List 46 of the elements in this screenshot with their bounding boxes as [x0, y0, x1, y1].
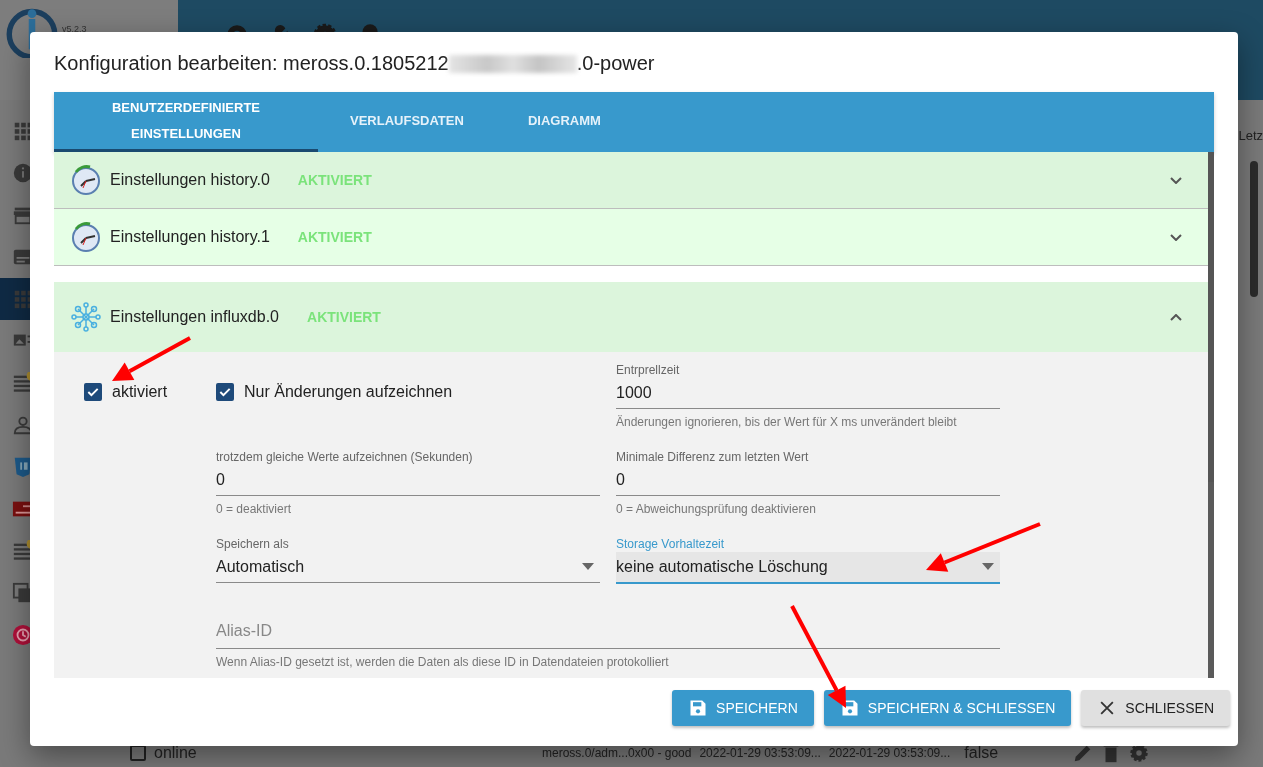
- helper-text: 0 = deaktiviert: [216, 502, 293, 516]
- table-cell: meross.0/adm...0x00 - good: [542, 746, 692, 760]
- helper-text: 0 = Abweichungsprüfung deaktivieren: [616, 502, 817, 516]
- network-icon: [70, 301, 102, 333]
- field-label: trotzdem gleiche Werte aufzeichnen (Sekunden): [216, 449, 474, 465]
- status-label: AKTIVIERT: [297, 172, 372, 188]
- panel-title: Einstellungen history.0: [110, 171, 270, 189]
- helper-text: Wenn Alias-ID gesetzt ist, werden die Daten als diese ID in Datendateien protokolliert: [216, 655, 670, 669]
- caret-icon: [982, 563, 994, 571]
- field-label: Speichern als: [216, 536, 290, 552]
- input-field[interactable]: 0: [616, 465, 1000, 496]
- caret-icon: [582, 563, 594, 571]
- checkbox-label: Nur Änderungen aufzeichnen: [244, 383, 453, 401]
- close-button[interactable]: SCHLIESSEN: [1081, 690, 1230, 726]
- floppy-icon: [688, 698, 709, 718]
- chevron-icon: [1170, 233, 1182, 241]
- table-cell-text: online: [154, 744, 198, 762]
- helper-text: Änderungen ignorieren, bis der Wert für X ms unverändert bleibt: [616, 415, 958, 429]
- table-cell-text: false: [964, 744, 1000, 762]
- dialog-title: .0-power: [576, 52, 655, 75]
- clock-icon: [70, 164, 102, 196]
- panel-header[interactable]: Einstellungen history.1 AKTIVIERT: [54, 209, 1208, 266]
- table-cell: 2022-01-29 03:53:09...: [699, 746, 821, 760]
- field-label: Entrprellzeit: [616, 362, 681, 378]
- chevron-icon: [1170, 313, 1182, 321]
- dialog-title: Konfiguration bearbeiten: meross.0.1805212: [54, 52, 449, 75]
- table-cell: 2022-01-29 03:53:09...: [828, 746, 951, 760]
- clock-icon: [70, 221, 102, 253]
- column-header: Letz: [1238, 128, 1263, 143]
- dropdown[interactable]: keine automatische Löschung: [616, 552, 1000, 584]
- field-label: Minimale Differenz zum letzten Wert: [616, 449, 810, 465]
- panel-header[interactable]: Einstellungen history.0 AKTIVIERT: [54, 152, 1208, 209]
- panel-title: Einstellungen influxdb.0: [110, 308, 279, 326]
- input-field[interactable]: 0: [216, 465, 600, 496]
- panel-title: Einstellungen history.1: [110, 228, 270, 246]
- checkbox[interactable]: [216, 383, 234, 401]
- dropdown[interactable]: Automatisch: [216, 552, 600, 583]
- panel-header[interactable]: Einstellungen influxdb.0 AKTIVIERT: [54, 282, 1208, 352]
- status-label: AKTIVIERT: [297, 229, 372, 245]
- status-label: AKTIVIERT: [307, 309, 381, 325]
- version-label: v5.2.3: [62, 24, 87, 34]
- field-label: Storage Vorhaltezeit: [616, 536, 726, 552]
- input-field[interactable]: 1000: [616, 378, 1000, 409]
- checkbox-label: aktiviert: [112, 383, 168, 401]
- chevron-icon: [1170, 176, 1182, 184]
- checkbox[interactable]: [84, 383, 102, 401]
